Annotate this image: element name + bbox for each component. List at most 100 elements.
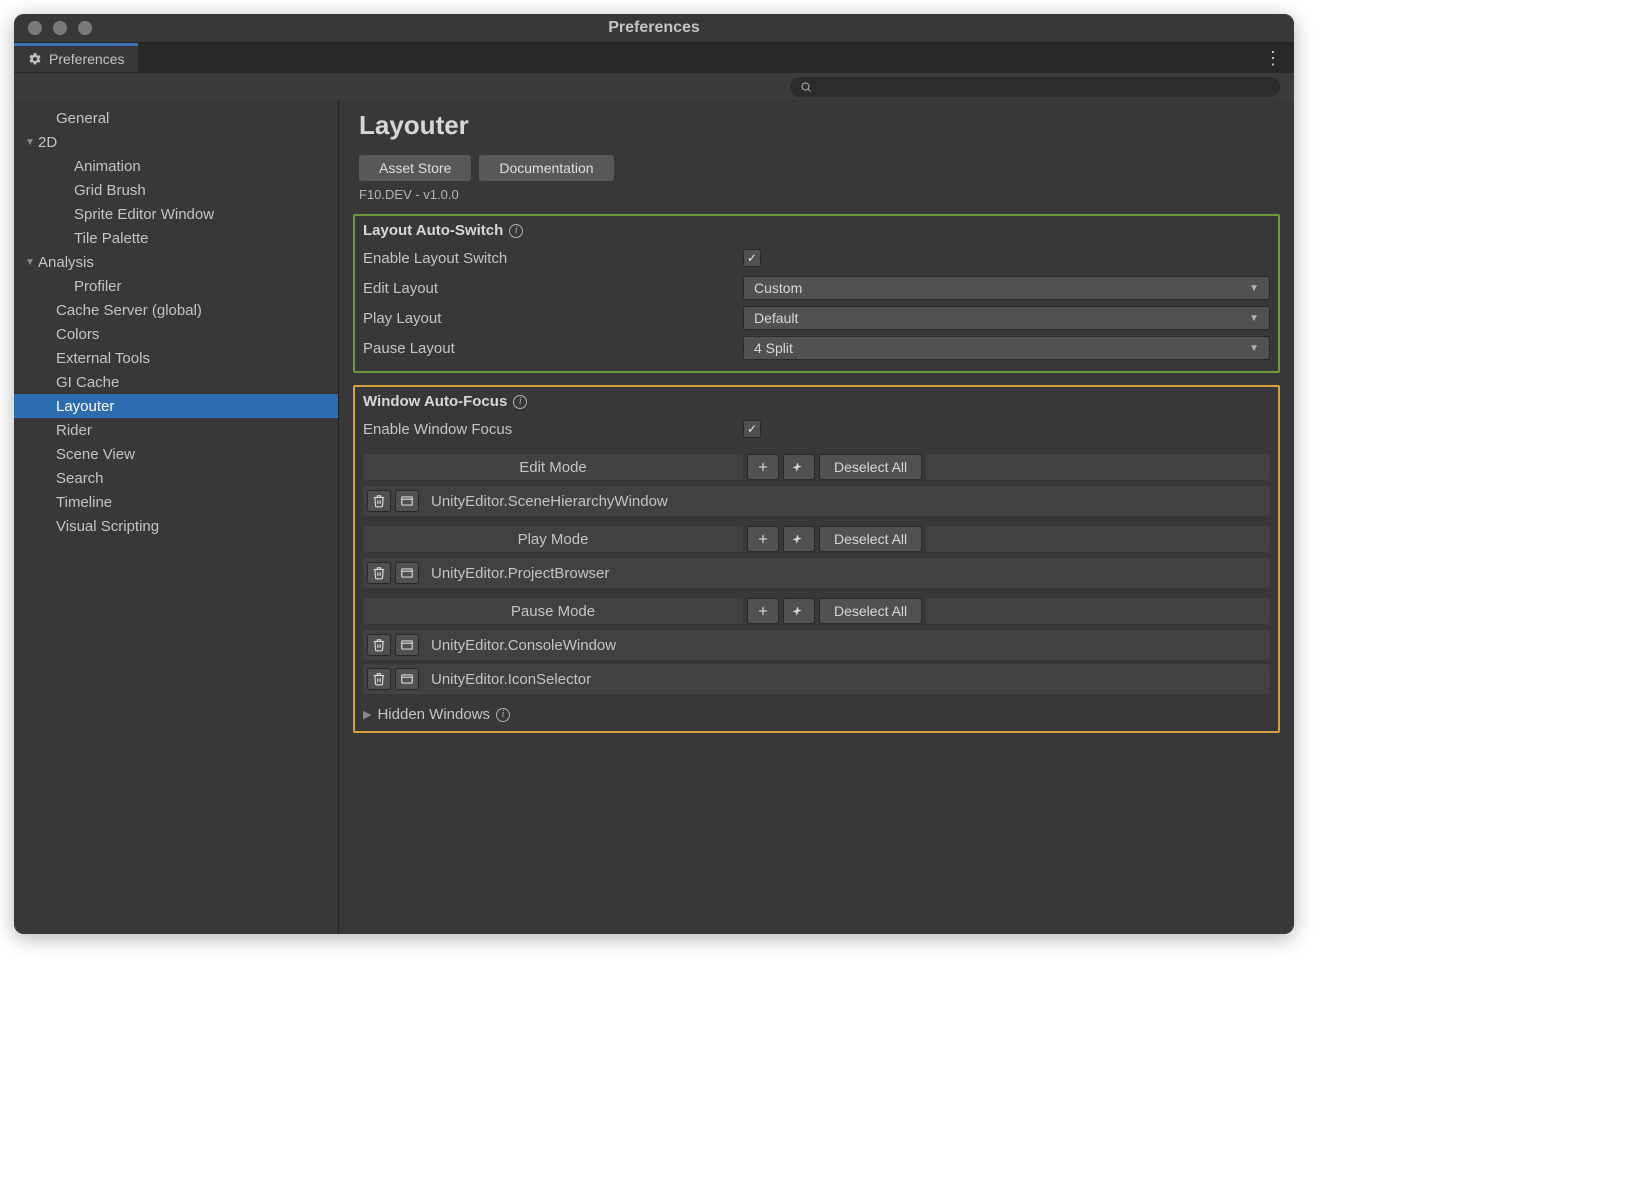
sidebar-item-scene-view[interactable]: Scene View [14,442,338,466]
entry-label: UnityEditor.IconSelector [423,671,1266,688]
info-icon[interactable]: i [513,395,527,409]
gear-icon [28,52,42,66]
sidebar-item-general[interactable]: General [14,106,338,130]
window-icon[interactable] [395,634,419,656]
sidebar-item-label: Colors [56,326,99,343]
sidebar-item-label: Animation [74,158,141,175]
tab-preferences[interactable]: Preferences [14,43,138,72]
sidebar-item-label: Analysis [38,254,94,271]
maximize-window-button[interactable] [78,21,92,35]
sidebar-item-gi-cache[interactable]: GI Cache [14,370,338,394]
sidebar-item-external-tools[interactable]: External Tools [14,346,338,370]
pause-layout-dropdown[interactable]: 4 Split▼ [743,336,1270,360]
sidebar-item-label: GI Cache [56,374,119,391]
deselect-all-button[interactable]: Deselect All [819,598,922,624]
hidden-windows-foldout[interactable]: ▶ Hidden Windows i [363,706,1270,723]
add-button[interactable] [747,454,779,480]
sidebar: General▼2D Animation Grid Brush Sprite Edit… [14,100,339,934]
delete-entry-button[interactable] [367,668,391,690]
sidebar-item-label: Visual Scripting [56,518,159,535]
sidebar-item-label: 2D [38,134,57,151]
window-entry-row: UnityEditor.ProjectBrowser [363,558,1270,588]
sidebar-item-animation[interactable]: Animation [14,154,338,178]
info-icon[interactable]: i [496,708,510,722]
sidebar-item-colors[interactable]: Colors [14,322,338,346]
mode-header-row: Edit Mode Deselect All [363,452,1270,482]
mode-title: Play Mode [363,526,743,552]
sidebar-item-label: External Tools [56,350,150,367]
edit-layout-label: Edit Layout [363,280,743,297]
sidebar-item-timeline[interactable]: Timeline [14,490,338,514]
chevron-down-icon: ▼ [1249,283,1259,294]
sidebar-item-tile-palette[interactable]: Tile Palette [14,226,338,250]
sidebar-item-2d[interactable]: ▼2D [14,130,338,154]
window-title: Preferences [14,19,1294,37]
section-title: Window Auto-Focus [363,393,507,410]
sidebar-item-sprite-editor-window[interactable]: Sprite Editor Window [14,202,338,226]
enable-layout-switch-label: Enable Layout Switch [363,250,743,267]
window-entry-row: UnityEditor.SceneHierarchyWindow [363,486,1270,516]
sidebar-item-analysis[interactable]: ▼Analysis [14,250,338,274]
chevron-down-icon: ▼ [1249,313,1259,324]
add-button[interactable] [747,526,779,552]
tab-menu-button[interactable]: ⋮ [1264,49,1282,67]
pick-button[interactable] [783,598,815,624]
search-input[interactable] [790,77,1280,97]
sidebar-item-layouter[interactable]: Layouter [14,394,338,418]
page-title: Layouter [359,110,1280,141]
enable-window-focus-checkbox[interactable]: ✓ [743,420,761,438]
sidebar-item-label: Profiler [74,278,122,295]
section-title: Layout Auto-Switch [363,222,503,239]
info-icon[interactable]: i [509,224,523,238]
tab-bar: Preferences ⋮ [14,42,1294,72]
layout-auto-switch-section: Layout Auto-Switch i Enable Layout Switc… [353,214,1280,373]
window-icon[interactable] [395,562,419,584]
window-icon[interactable] [395,490,419,512]
play-layout-dropdown[interactable]: Default▼ [743,306,1270,330]
window-entry-row: UnityEditor.ConsoleWindow [363,630,1270,660]
chevron-down-icon: ▼ [1249,343,1259,354]
mode-title: Pause Mode [363,598,743,624]
minimize-window-button[interactable] [53,21,67,35]
preferences-window: Preferences Preferences ⋮ General▼2DAnim… [14,14,1294,934]
window-icon[interactable] [395,668,419,690]
close-window-button[interactable] [28,21,42,35]
pick-button[interactable] [783,526,815,552]
add-button[interactable] [747,598,779,624]
entry-label: UnityEditor.ConsoleWindow [423,637,1266,654]
delete-entry-button[interactable] [367,490,391,512]
sidebar-item-label: Tile Palette [74,230,148,247]
enable-layout-switch-checkbox[interactable]: ✓ [743,249,761,267]
sidebar-item-grid-brush[interactable]: Grid Brush [14,178,338,202]
deselect-all-button[interactable]: Deselect All [819,526,922,552]
pause-layout-label: Pause Layout [363,340,743,357]
pick-button[interactable] [783,454,815,480]
delete-entry-button[interactable] [367,562,391,584]
version-text: F10.DEV - v1.0.0 [359,187,1280,202]
sidebar-item-rider[interactable]: Rider [14,418,338,442]
delete-entry-button[interactable] [367,634,391,656]
enable-window-focus-label: Enable Window Focus [363,421,743,438]
sidebar-item-profiler[interactable]: Profiler [14,274,338,298]
mode-title: Edit Mode [363,454,743,480]
sidebar-item-cache-server-global-[interactable]: Cache Server (global) [14,298,338,322]
edit-layout-dropdown[interactable]: Custom▼ [743,276,1270,300]
sidebar-item-label: Cache Server (global) [56,302,202,319]
sidebar-item-label: Rider [56,422,92,439]
sidebar-item-visual-scripting[interactable]: Visual Scripting [14,514,338,538]
search-icon [800,81,812,93]
entry-label: UnityEditor.ProjectBrowser [423,565,1266,582]
window-auto-focus-section: Window Auto-Focus i Enable Window Focus … [353,385,1280,733]
foldout-arrow-icon: ▶ [363,708,371,721]
sidebar-item-search[interactable]: Search [14,466,338,490]
search-row [14,72,1294,100]
documentation-button[interactable]: Documentation [479,155,613,181]
asset-store-button[interactable]: Asset Store [359,155,471,181]
titlebar: Preferences [14,14,1294,42]
mode-header-row: Pause Mode Deselect All [363,596,1270,626]
deselect-all-button[interactable]: Deselect All [819,454,922,480]
mode-header-row: Play Mode Deselect All [363,524,1270,554]
entry-label: UnityEditor.SceneHierarchyWindow [423,493,1266,510]
sidebar-item-label: Grid Brush [74,182,146,199]
tab-label: Preferences [49,51,124,67]
